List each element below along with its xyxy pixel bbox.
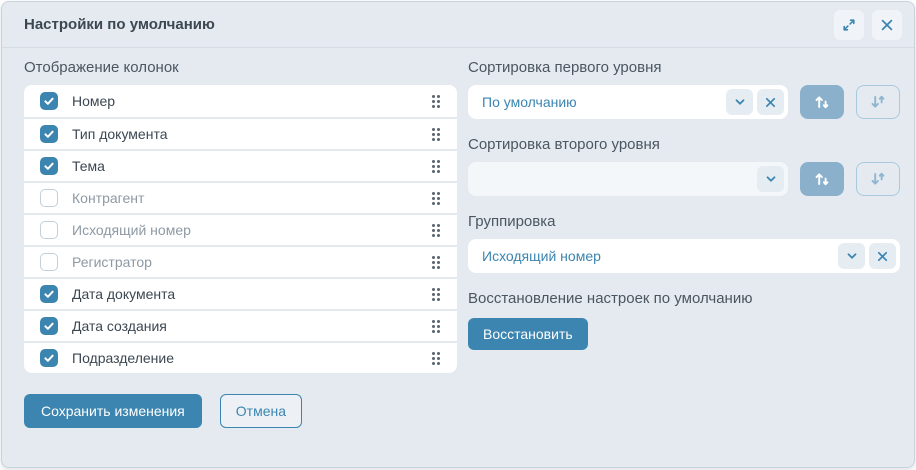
- column-label: Дата создания: [72, 318, 167, 334]
- grouping-heading: Группировка: [468, 213, 900, 230]
- column-row: Дата создания: [24, 309, 457, 341]
- sort-second-heading: Сортировка второго уровня: [468, 136, 900, 153]
- sort-descending-button[interactable]: [856, 85, 900, 119]
- drag-handle-icon[interactable]: [425, 124, 445, 144]
- column-row: Тип документа: [24, 117, 457, 149]
- sort-first-value: По умолчанию: [482, 94, 722, 110]
- sort-ascending-button[interactable]: [800, 85, 844, 119]
- column-row: Исходящий номер: [24, 213, 457, 245]
- sort-first-select[interactable]: По умолчанию: [468, 85, 788, 119]
- column-checkbox[interactable]: [40, 157, 58, 175]
- column-checkbox[interactable]: [40, 221, 58, 239]
- column-label: Тип документа: [72, 126, 168, 142]
- drag-handle-icon[interactable]: [425, 156, 445, 176]
- dialog-title: Настройки по умолчанию: [24, 16, 215, 33]
- column-label: Тема: [72, 158, 105, 174]
- column-label: Номер: [72, 93, 115, 109]
- drag-handle-icon[interactable]: [425, 188, 445, 208]
- sort-descending-icon: [869, 93, 887, 111]
- drag-handle-icon[interactable]: [425, 220, 445, 240]
- drag-handle-icon[interactable]: [425, 91, 445, 111]
- close-button[interactable]: [872, 10, 902, 40]
- default-settings-dialog: Настройки по умолчанию Отображение колон…: [1, 1, 915, 468]
- columns-section-heading: Отображение колонок: [24, 59, 457, 76]
- column-label: Подразделение: [72, 350, 174, 366]
- expand-icon: [841, 17, 857, 33]
- drag-handle-icon[interactable]: [425, 348, 445, 368]
- sort-first-row: По умолчанию: [468, 85, 900, 119]
- column-checkbox[interactable]: [40, 317, 58, 335]
- column-label: Исходящий номер: [72, 222, 191, 238]
- column-row: Тема: [24, 149, 457, 181]
- checkmark-icon: [43, 128, 55, 140]
- restore-button[interactable]: Восстановить: [468, 318, 588, 350]
- chevron-down-icon[interactable]: [726, 89, 753, 115]
- dialog-body: Отображение колонок Номер Тип документа …: [2, 48, 914, 428]
- checkmark-icon: [43, 352, 55, 364]
- column-checkbox[interactable]: [40, 349, 58, 367]
- columns-section: Отображение колонок Номер Тип документа …: [24, 48, 457, 428]
- column-row: Контрагент: [24, 181, 457, 213]
- drag-dots-icon: [432, 352, 435, 355]
- chevron-down-icon[interactable]: [757, 166, 784, 192]
- column-row: Номер: [24, 85, 457, 117]
- column-label: Дата документа: [72, 286, 175, 302]
- grouping-row: Исходящий номер: [468, 239, 900, 273]
- drag-dots-icon: [432, 160, 435, 163]
- drag-dots-icon: [432, 192, 435, 195]
- drag-dots-icon: [432, 320, 435, 323]
- drag-dots-icon: [432, 256, 435, 259]
- dialog-header: Настройки по умолчанию: [2, 2, 914, 48]
- column-label: Регистратор: [72, 254, 152, 270]
- settings-section: Сортировка первого уровня По умолчанию: [468, 48, 900, 428]
- sort-second-row: [468, 162, 900, 196]
- drag-dots-icon: [432, 95, 435, 98]
- column-row: Регистратор: [24, 245, 457, 277]
- column-checkbox[interactable]: [40, 92, 58, 110]
- chevron-down-icon[interactable]: [838, 243, 865, 269]
- sort-descending-icon: [869, 170, 887, 188]
- sort-descending-button[interactable]: [856, 162, 900, 196]
- drag-dots-icon: [432, 288, 435, 291]
- column-checkbox[interactable]: [40, 189, 58, 207]
- column-row: Подразделение: [24, 341, 457, 373]
- drag-dots-icon: [432, 128, 435, 131]
- column-checkbox[interactable]: [40, 285, 58, 303]
- column-checkbox[interactable]: [40, 125, 58, 143]
- sort-first-heading: Сортировка первого уровня: [468, 59, 900, 76]
- save-button[interactable]: Сохранить изменения: [24, 394, 202, 428]
- sort-second-select[interactable]: [468, 162, 788, 196]
- grouping-value: Исходящий номер: [482, 248, 834, 264]
- clear-icon[interactable]: [869, 243, 896, 269]
- restore-heading: Восстановление настроек по умолчанию: [468, 290, 900, 307]
- sort-ascending-icon: [813, 93, 831, 111]
- close-icon: [879, 17, 895, 33]
- column-label: Контрагент: [72, 190, 144, 206]
- grouping-select[interactable]: Исходящий номер: [468, 239, 900, 273]
- clear-icon[interactable]: [757, 89, 784, 115]
- column-checkbox[interactable]: [40, 253, 58, 271]
- columns-list: Номер Тип документа Тема Контрагент: [24, 85, 457, 373]
- checkmark-icon: [43, 288, 55, 300]
- sort-ascending-icon: [813, 170, 831, 188]
- drag-dots-icon: [432, 224, 435, 227]
- checkmark-icon: [43, 160, 55, 172]
- sort-ascending-button[interactable]: [800, 162, 844, 196]
- footer-actions: Сохранить изменения Отмена: [24, 394, 457, 428]
- column-row: Дата документа: [24, 277, 457, 309]
- cancel-button[interactable]: Отмена: [220, 394, 302, 428]
- checkmark-icon: [43, 320, 55, 332]
- checkmark-icon: [43, 95, 55, 107]
- drag-handle-icon[interactable]: [425, 284, 445, 304]
- drag-handle-icon[interactable]: [425, 316, 445, 336]
- drag-handle-icon[interactable]: [425, 252, 445, 272]
- expand-button[interactable]: [834, 10, 864, 40]
- header-actions: [834, 10, 902, 40]
